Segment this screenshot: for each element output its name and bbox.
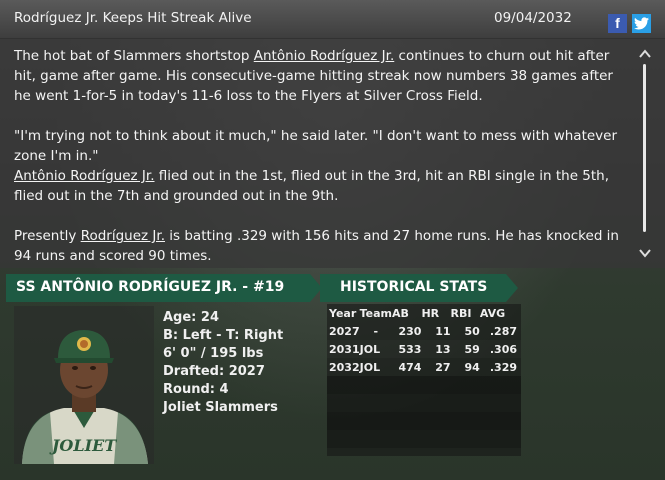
stats-col-year: Year bbox=[329, 306, 357, 320]
player-bats-throws: B: Left - T: Right bbox=[163, 328, 284, 343]
article-body: The hot bat of Slammers shortstop Antôni… bbox=[14, 46, 626, 286]
stats-cell: 230 bbox=[398, 324, 422, 338]
stats-cell: 50 bbox=[464, 324, 480, 338]
historical-stats-heading: HISTORICAL STATS bbox=[340, 279, 488, 295]
stats-cell: - bbox=[373, 324, 379, 338]
twitter-bird-icon bbox=[634, 17, 649, 30]
article-panel: The hot bat of Slammers shortstop Antôni… bbox=[0, 38, 665, 268]
stats-empty-row bbox=[327, 430, 521, 448]
stats-header-row: Year Team AB HR RBI AVG bbox=[327, 304, 521, 322]
player-age: Age: 24 bbox=[163, 310, 219, 325]
scroll-up-icon[interactable] bbox=[638, 48, 652, 60]
stats-cell: .287 bbox=[489, 324, 517, 338]
article-date: 09/04/2032 bbox=[494, 10, 572, 26]
stats-row[interactable]: 2032 JOL 474 27 94 .329 bbox=[327, 358, 521, 376]
article-header: Rodríguez Jr. Keeps Hit Streak Alive 09/… bbox=[0, 0, 665, 39]
stats-empty-row bbox=[327, 412, 521, 430]
stats-cell: .329 bbox=[489, 360, 517, 374]
article-paragraph-4: Presently Rodríguez Jr. is batting .329 … bbox=[14, 226, 626, 266]
stats-cell: 474 bbox=[398, 360, 422, 374]
player-link[interactable]: Rodríguez Jr. bbox=[81, 228, 165, 244]
historical-stats-banner: HISTORICAL STATS bbox=[320, 274, 518, 302]
player-photo: JOLIET bbox=[14, 306, 154, 464]
stats-cell: 59 bbox=[464, 342, 480, 356]
stats-col-avg: AVG bbox=[479, 306, 506, 320]
stats-cell: 27 bbox=[435, 360, 451, 374]
stats-cell: 533 bbox=[398, 342, 422, 356]
stats-col-rbi: RBI bbox=[450, 306, 472, 320]
article-paragraph-1: The hot bat of Slammers shortstop Antôni… bbox=[14, 46, 626, 106]
stats-row[interactable]: 2027 - 230 11 50 .287 bbox=[327, 322, 521, 340]
stats-empty-row bbox=[327, 376, 521, 394]
player-height-weight: 6' 0" / 195 lbs bbox=[163, 346, 264, 361]
stats-cell: .306 bbox=[489, 342, 517, 356]
stats-row[interactable]: 2031 JOL 533 13 59 .306 bbox=[327, 340, 521, 358]
player-link[interactable]: Antônio Rodríguez Jr. bbox=[254, 48, 395, 64]
stats-cell: 94 bbox=[464, 360, 480, 374]
player-team: Joliet Slammers bbox=[163, 400, 278, 415]
paragraph-text: The hot bat of Slammers shortstop bbox=[14, 48, 254, 64]
article-paragraph-3: Antônio Rodríguez Jr. flied out in the 1… bbox=[14, 166, 626, 206]
scroll-down-icon[interactable] bbox=[638, 247, 652, 259]
player-name-heading: SS ANTÔNIO RODRÍGUEZ JR. - #19 bbox=[16, 279, 285, 295]
player-link[interactable]: Antônio Rodríguez Jr. bbox=[14, 168, 155, 184]
twitter-share-icon[interactable] bbox=[632, 14, 651, 33]
historical-stats-table: Year Team AB HR RBI AVG 2027 - 230 11 50… bbox=[327, 304, 521, 456]
stats-col-team: Team bbox=[359, 306, 393, 320]
player-round: Round: 4 bbox=[163, 382, 229, 397]
player-name-banner: SS ANTÔNIO RODRÍGUEZ JR. - #19 bbox=[6, 274, 322, 302]
stats-cell: JOL bbox=[359, 342, 381, 356]
player-bio: Age: 24 B: Left - T: Right 6' 0" / 195 l… bbox=[163, 309, 283, 417]
article-paragraph-2: "I'm trying not to think about it much,"… bbox=[14, 128, 618, 164]
stats-cell: 13 bbox=[435, 342, 451, 356]
facebook-share-icon[interactable]: f bbox=[608, 14, 627, 33]
player-drafted: Drafted: 2027 bbox=[163, 364, 265, 379]
stats-cell: 2031 bbox=[329, 342, 360, 356]
stats-empty-row bbox=[327, 394, 521, 412]
stats-cell: 2027 bbox=[329, 324, 360, 338]
paragraph-text: Presently bbox=[14, 228, 81, 244]
scrollbar[interactable] bbox=[643, 64, 646, 232]
stats-col-hr: HR bbox=[421, 306, 440, 320]
article-title: Rodríguez Jr. Keeps Hit Streak Alive bbox=[14, 10, 252, 26]
stats-cell: 2032 bbox=[329, 360, 360, 374]
stats-col-ab: AB bbox=[392, 306, 409, 320]
jersey-lettering: JOLIET bbox=[49, 436, 117, 455]
stats-cell: 11 bbox=[435, 324, 451, 338]
stats-cell: JOL bbox=[359, 360, 381, 374]
